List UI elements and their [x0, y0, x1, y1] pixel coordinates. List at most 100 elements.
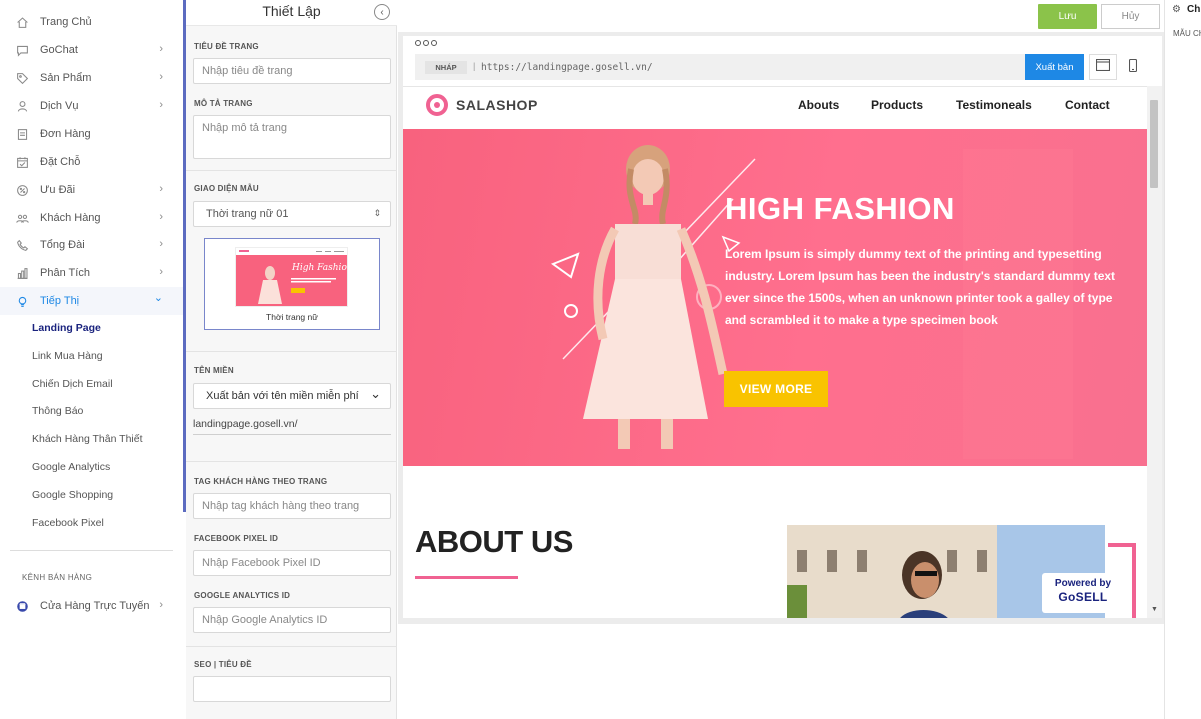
domain-select-value: Xuất bản với tên miền miễn phí: [206, 390, 359, 402]
sidebar-subitem-buy-link[interactable]: Link Mua Hàng: [32, 346, 103, 366]
phone-icon: [15, 238, 29, 252]
sidebar-subitem-email-campaign[interactable]: Chiến Dịch Email: [32, 374, 113, 394]
powered-by-text: Powered by: [1054, 578, 1112, 589]
preview-scrollbar[interactable]: ▼: [1147, 86, 1162, 618]
fb-pixel-label: FACEBOOK PIXEL ID: [194, 534, 279, 543]
gift-icon: [15, 183, 29, 197]
sidebar-item-booking[interactable]: Đặt Chỗ: [0, 148, 183, 176]
sidebar-item-analytics[interactable]: Phân Tích ›: [0, 259, 183, 287]
sidebar-item-callcenter[interactable]: Tổng Đài ›: [0, 231, 183, 259]
sidebar-item-label: Trang Chủ: [40, 16, 92, 28]
sidebar-item-label: Tiếp Thị: [40, 295, 80, 307]
sidebar-item-marketing[interactable]: Tiếp Thị ⌄: [0, 287, 183, 315]
brand-name: SALASHOP: [456, 97, 538, 113]
ga-input[interactable]: Nhập Google Analytics ID: [193, 607, 391, 633]
chevron-down-icon: ⌄: [153, 292, 163, 304]
section-divider: [186, 351, 397, 352]
domain-label: TÊN MIỀN: [194, 366, 234, 375]
desktop-icon: [1095, 58, 1111, 76]
sidebar-nav: Trang Chủ GoChat › Sản Phẩm › Dịch Vụ › …: [0, 0, 185, 719]
template-caption: Thời trang nữ: [266, 312, 318, 322]
page-title-input[interactable]: Nhập tiêu đề trang: [193, 58, 391, 84]
select-arrows-icon: ⇕: [373, 208, 381, 218]
template-thumbnail-title: High Fashion: [292, 263, 348, 273]
window-dot: [415, 40, 421, 46]
sidebar-item-gochat[interactable]: GoChat ›: [0, 36, 183, 64]
home-icon: [15, 15, 29, 29]
domain-path-field[interactable]: landingpage.gosell.vn/: [193, 418, 391, 435]
template-thumbnail-image: [236, 248, 347, 306]
store-icon: [15, 599, 29, 613]
sidebar-item-customers[interactable]: Khách Hàng ›: [0, 204, 183, 232]
section-divider: [186, 646, 397, 647]
chevron-left-icon: ‹: [380, 6, 384, 18]
site-nav-abouts[interactable]: Abouts: [798, 98, 839, 112]
section-divider: [186, 461, 397, 462]
hero-banner: HIGH FASHION Lorem Ipsum is simply dummy…: [403, 129, 1147, 466]
sidebar-subitem-loyalty[interactable]: Khách Hàng Thân Thiết: [32, 429, 143, 449]
powered-by-badge[interactable]: Powered by GoSELL: [1042, 573, 1124, 613]
save-button[interactable]: Lưu: [1038, 4, 1097, 29]
publish-button[interactable]: Xuất bản: [1025, 54, 1084, 80]
collapse-panel-button[interactable]: ‹: [374, 4, 390, 20]
sidebar-item-products[interactable]: Sản Phẩm ›: [0, 64, 183, 92]
template-select[interactable]: Thời trang nữ 01 ⇕: [193, 201, 391, 227]
right-panel-tab[interactable]: Ch: [1187, 4, 1200, 15]
settings-icon[interactable]: ⚙: [1172, 4, 1181, 15]
sidebar-item-label: Phân Tích: [40, 267, 90, 279]
cancel-button[interactable]: Hủy: [1101, 4, 1160, 29]
template-thumbnail: High Fashion: [235, 247, 348, 307]
url-bar: NHÁP | https://landingpage.gosell.vn/: [415, 54, 1025, 80]
desktop-view-button[interactable]: [1089, 54, 1117, 80]
sidebar-subitem-google-analytics[interactable]: Google Analytics: [32, 457, 110, 477]
sidebar-item-promotions[interactable]: Ưu Đãi ›: [0, 176, 183, 204]
chevron-right-icon: ›: [159, 211, 163, 223]
analytics-icon: [15, 266, 29, 280]
site-nav-products[interactable]: Products: [871, 98, 923, 112]
sidebar-item-label: Tổng Đài: [40, 239, 85, 251]
seo-title-input[interactable]: [193, 676, 391, 702]
page-desc-textarea[interactable]: Nhập mô tả trang: [193, 115, 391, 159]
chevron-right-icon: ›: [159, 238, 163, 250]
template-label: GIAO DIỆN MẪU: [194, 184, 259, 193]
preview-url[interactable]: https://landingpage.gosell.vn/: [481, 62, 653, 73]
sidebar-subitem-landing-page[interactable]: Landing Page: [32, 318, 101, 338]
window-dots: [415, 40, 437, 46]
window-dot: [423, 40, 429, 46]
sidebar-item-label: Sản Phẩm: [40, 72, 92, 84]
sidebar-subitem-google-shopping[interactable]: Google Shopping: [32, 485, 113, 505]
view-more-button[interactable]: VIEW MORE: [724, 371, 828, 407]
chevron-right-icon: ›: [159, 266, 163, 278]
customer-tag-input[interactable]: Nhập tag khách hàng theo trang: [193, 493, 391, 519]
sidebar-item-label: Cửa Hàng Trực Tuyến: [40, 600, 150, 612]
chevron-right-icon: ›: [159, 43, 163, 55]
hero-title: HIGH FASHION: [725, 191, 955, 226]
sidebar-subitem-facebook-pixel[interactable]: Facebook Pixel: [32, 513, 104, 533]
seo-title-label: SEO | TIÊU ĐỀ: [194, 660, 252, 669]
template-preview-card[interactable]: High Fashion Thời trang nữ: [204, 238, 380, 330]
scroll-down-arrow-icon[interactable]: ▼: [1151, 606, 1158, 613]
sidebar-subitem-notifications[interactable]: Thông Báo: [32, 401, 83, 421]
sidebar-item-services[interactable]: Dịch Vụ ›: [0, 92, 183, 120]
sidebar-item-home[interactable]: Trang Chủ: [0, 8, 183, 36]
chevron-right-icon: ›: [159, 183, 163, 195]
sidebar-item-online-store[interactable]: Cửa Hàng Trực Tuyến ›: [0, 592, 183, 620]
window-dot: [431, 40, 437, 46]
browser-frame: NHÁP | https://landingpage.gosell.vn/ Xu…: [403, 36, 1162, 618]
customers-icon: [15, 211, 29, 225]
sidebar-item-orders[interactable]: Đơn Hàng: [0, 120, 183, 148]
sidebar-item-label: Dịch Vụ: [40, 100, 79, 112]
preview-scrollbar-thumb[interactable]: [1150, 100, 1158, 188]
right-panel-section-label: MẪU CH: [1173, 29, 1201, 38]
domain-select[interactable]: Xuất bản với tên miền miễn phí ⌄: [193, 383, 391, 409]
draft-badge: NHÁP: [425, 61, 467, 74]
url-separator: |: [473, 61, 476, 71]
right-panel: ⚙ Ch MẪU CH: [1164, 0, 1201, 719]
hero-text: Lorem Ipsum is simply dummy text of the …: [725, 247, 1116, 327]
template-select-value: Thời trang nữ 01: [206, 208, 289, 220]
mobile-view-button[interactable]: [1125, 58, 1141, 78]
sidebar-item-label: GoChat: [40, 44, 78, 56]
site-nav-contact[interactable]: Contact: [1065, 98, 1110, 112]
fb-pixel-input[interactable]: Nhập Facebook Pixel ID: [193, 550, 391, 576]
site-nav-testimonials[interactable]: Testimoneals: [956, 98, 1032, 112]
